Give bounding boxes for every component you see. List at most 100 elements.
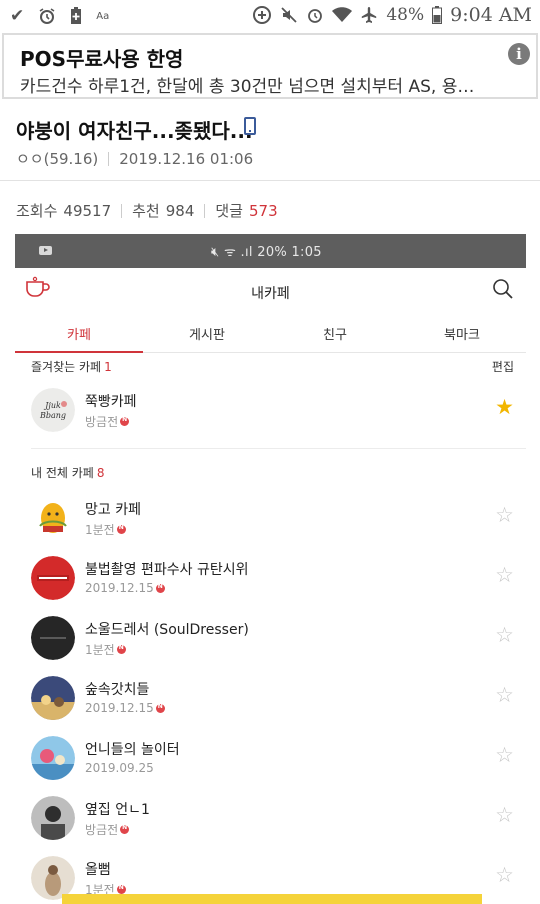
star-outline-icon[interactable]: ☆ [495,504,514,526]
inner-status-bar: 🔇︎ ᯤ .ıl 20% 1:05 [15,234,526,268]
favorite-cafe-item[interactable]: JjukBbang 쭉빵카페 방금전 ★ [15,380,526,440]
avatar [31,616,75,660]
star-outline-icon[interactable]: ☆ [495,804,514,826]
status-bar: ✔ Aa 48% 9:04 AM [0,0,540,32]
ad-banner[interactable]: POS무료사용 한영 카드건수 하루1건, 한달에 총 30건만 넘으면 설치부… [2,33,538,99]
post-author[interactable]: ㅇㅇ(59.16) [16,148,98,169]
header-divider [0,180,540,181]
post-title: 야붕이 여자친구...좆됐다... [16,119,253,143]
font-icon: Aa [96,10,110,22]
cafe-name: 올뻠 [85,862,111,878]
star-outline-icon[interactable]: ☆ [495,744,514,766]
tab-cafe[interactable]: 카페 [15,324,143,343]
cafe-name: 소울드레서 (SoulDresser) [85,622,249,638]
cafe-header: 내카페 [15,268,526,316]
divider [108,151,110,166]
cafe-last-active: 2019.12.15 [85,581,165,595]
inner-wifi-icon: ᯤ [223,245,237,260]
star-outline-icon[interactable]: ☆ [495,864,514,886]
ad-title[interactable]: POS무료사용 한영 [20,43,183,72]
ad-description[interactable]: 카드건수 하루1건, 한달에 총 30건만 넘으면 설치부터 AS, 용… [20,72,490,97]
mute-icon [281,7,297,23]
cafe-tabs: 카페 게시판 친구 북마크 [15,316,526,353]
cafe-time: 1분전 [85,643,115,657]
star-outline-icon[interactable]: ☆ [495,564,514,586]
tab-bookmark[interactable]: 북마크 [398,324,526,343]
svg-text:Bbang: Bbang [39,411,66,420]
cafe-item-mango[interactable]: 망고 카페 1분전 ☆ [15,488,526,548]
cafe-time: 2019.12.15 [85,581,154,595]
new-badge [116,884,126,894]
edit-button[interactable]: 편집 [492,358,514,375]
post-image-screenshot: 🔇︎ ᯤ .ıl 20% 1:05 내카페 카페 게시판 친구 북마크 즐겨찾는… [15,234,526,904]
cafe-item-protest[interactable]: 불법촬영 편파수사 규탄시위 2019.12.15 ☆ [15,548,526,608]
comments-count[interactable]: 573 [249,202,278,220]
data-saver-icon [253,6,272,24]
cafe-item-forest[interactable]: 숲속갓치들 2019.12.15 ☆ [15,668,526,728]
inner-mute-icon: 🔇︎ [211,245,220,260]
all-cafes-count: 8 [96,466,105,480]
cafe-name: 불법촬영 편파수사 규탄시위 [85,562,249,578]
star-filled-icon[interactable]: ★ [495,396,514,418]
divider [204,203,206,218]
cafe-name: 숲속갓치들 [85,682,150,698]
post-datetime: 2019.12.16 01:06 [119,149,254,168]
star-outline-icon[interactable]: ☆ [495,624,514,646]
cafe-last-active: 2019.12.15 [85,701,165,715]
check-icon: ✔ [10,6,25,26]
avatar [31,676,75,720]
cafe-name: 쭉빵카페 [85,394,137,410]
inner-status-value: 20% 1:05 [257,245,322,260]
section-divider [31,448,526,449]
alarm-icon [308,9,323,23]
cafe-last-active: 방금전 [85,413,130,430]
bottom-ad-banner[interactable] [62,894,482,904]
tab-friends[interactable]: 친구 [271,324,399,343]
avatar [31,796,75,840]
battery-percent: 48% [386,5,425,25]
cafe-last-active: 1분전 [85,521,126,538]
cafe-name: 망고 카페 [85,502,141,518]
cafe-time: 방금전 [85,823,119,837]
comments-label[interactable]: 댓글 [215,200,243,221]
favorites-section-label: 즐겨찾는 카페 1 [31,358,112,375]
avatar [31,556,75,600]
avatar [31,736,75,780]
views-count: 49517 [63,201,112,220]
all-cafes-section-label: 내 전체 카페 8 [31,464,104,481]
new-badge [120,824,130,834]
ad-info-icon[interactable]: i [508,43,530,65]
battery-saver-icon [71,7,82,24]
star-outline-icon[interactable]: ☆ [495,684,514,706]
search-icon[interactable] [492,278,514,300]
battery-icon [432,6,443,24]
recommend-label: 추천 [132,202,160,220]
cafe-item-souldresser[interactable]: 소울드레서 (SoulDresser) 1분전 ☆ [15,608,526,668]
all-cafes-label-text: 내 전체 카페 [31,466,94,480]
cafe-item-playground[interactable]: 언니들의 놀이터 2019.09.25 ☆ [15,728,526,788]
new-badge [116,644,126,654]
cafe-last-active: 방금전 [85,821,130,838]
status-left-icons: ✔ Aa [10,5,109,27]
tab-board[interactable]: 게시판 [143,324,271,343]
cafe-item-neighbor[interactable]: 옆집 언ㄴ1 방금전 ☆ [15,788,526,848]
alarm-icon [39,8,55,24]
favorites-count: 1 [104,360,112,374]
status-time: 9:04 AM [450,4,532,26]
new-badge [155,703,165,713]
cafe-time: 방금전 [85,415,119,429]
cafe-last-active: 1분전 [85,641,126,658]
cafe-header-title: 내카페 [251,286,290,302]
cafe-name: 옆집 언ㄴ1 [85,802,150,818]
inner-status-text: 🔇︎ ᯤ .ıl 20% 1:05 [211,242,322,260]
cafe-name: 언니들의 놀이터 [85,742,180,758]
youtube-icon [39,246,52,255]
cafe-time: 2019.09.25 [85,761,154,775]
cafe-last-active: 2019.09.25 [85,761,154,775]
recommend-count: 984 [165,201,195,220]
svg-text:Jjuk: Jjuk [43,401,61,410]
divider [121,203,123,218]
views-label: 조회수 [16,202,58,220]
cafe-time: 1분전 [85,523,115,537]
favorites-label-text: 즐겨찾는 카페 [31,360,102,374]
